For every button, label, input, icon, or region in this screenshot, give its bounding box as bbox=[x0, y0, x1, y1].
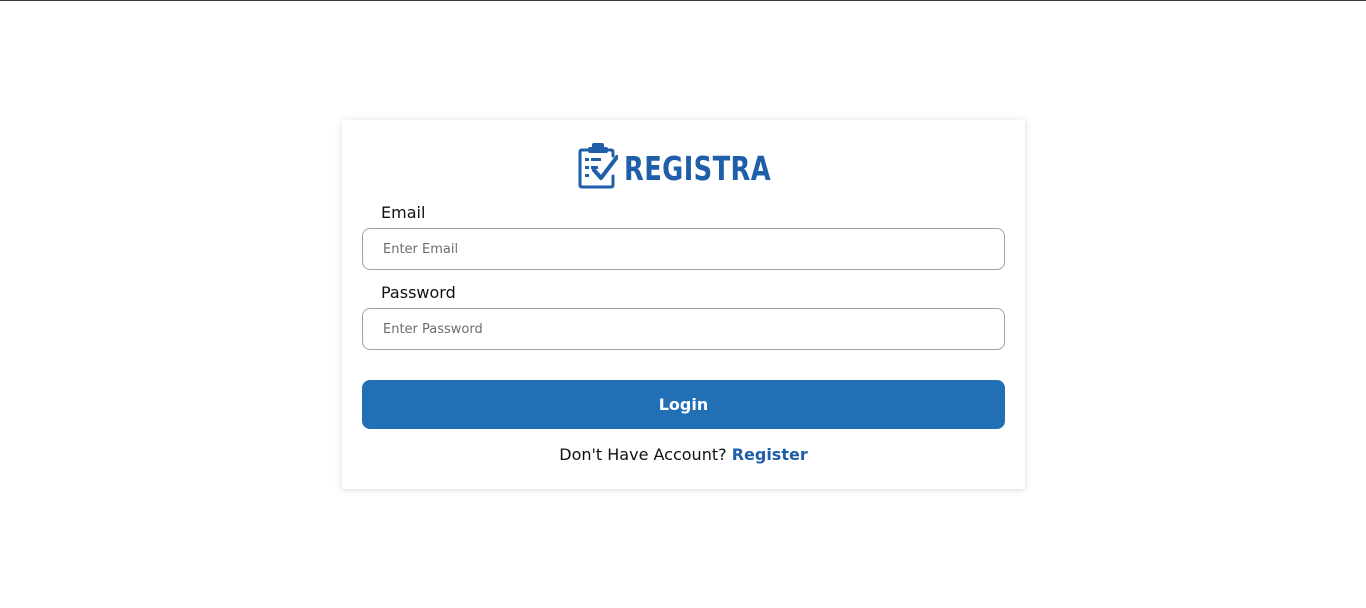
register-prompt-row: Don't Have Account? Register bbox=[342, 445, 1025, 464]
email-field[interactable] bbox=[362, 228, 1005, 270]
top-border bbox=[0, 0, 1366, 1]
email-label: Email bbox=[381, 203, 426, 222]
logo-text: REGISTRA bbox=[624, 148, 772, 188]
register-prompt-text: Don't Have Account? bbox=[559, 445, 732, 464]
login-card: REGISTRA Email Password Login Don't Have… bbox=[342, 120, 1025, 489]
clipboard-check-icon bbox=[578, 142, 619, 188]
register-link[interactable]: Register bbox=[732, 445, 808, 464]
app-logo: REGISTRA bbox=[342, 140, 1025, 190]
login-button[interactable]: Login bbox=[362, 380, 1005, 429]
password-field[interactable] bbox=[362, 308, 1005, 350]
password-label: Password bbox=[381, 283, 456, 302]
